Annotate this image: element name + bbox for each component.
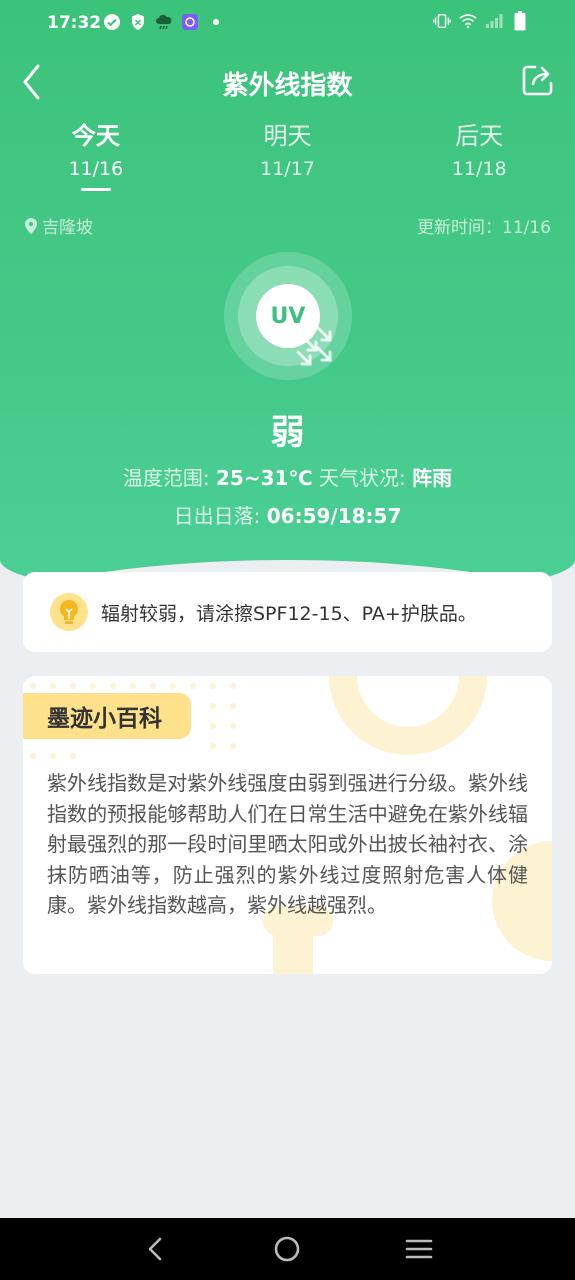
tab-date: 11/18 xyxy=(451,158,507,180)
sun-info: 日出日落: 06:59/18:57 xyxy=(0,500,575,529)
system-menu-button[interactable] xyxy=(401,1231,437,1267)
signal-icon xyxy=(485,12,503,30)
battery-icon xyxy=(511,11,529,31)
share-button[interactable] xyxy=(521,63,555,97)
nav-bar: 紫外线指数 xyxy=(0,56,575,110)
sun-value: 06:59/18:57 xyxy=(266,504,402,528)
location-pin-icon xyxy=(25,217,37,234)
weather-value: 阵雨 xyxy=(412,466,453,490)
tab-tomorrow[interactable]: 明天 11/17 xyxy=(192,118,384,198)
status-time: 17:32 xyxy=(47,13,102,33)
home-circle-icon xyxy=(275,1236,300,1262)
tab-date: 11/17 xyxy=(260,158,315,180)
wifi-icon xyxy=(459,12,477,30)
share-icon xyxy=(522,65,553,96)
vibrate-icon xyxy=(433,12,451,30)
wiki-title: 墨迹小百科 xyxy=(23,693,191,739)
page-title: 紫外线指数 xyxy=(222,71,353,101)
wiki-body: 紫外线指数是对紫外线强度由弱到强进行分级。紫外线指数的预报能够帮助人们在日常生活… xyxy=(47,771,528,917)
tip-card: 辐射较弱，请涂擦SPF12-15、PA+护肤品。 xyxy=(23,572,552,652)
menu-icon xyxy=(405,1239,433,1259)
tab-indicator xyxy=(80,188,111,191)
uv-level: 弱 xyxy=(270,413,305,453)
status-bar: 17:32 xyxy=(0,0,575,46)
lightbulb-icon xyxy=(50,593,88,631)
shield-icon xyxy=(129,13,147,31)
tab-label: 今天 xyxy=(71,122,120,150)
location-label: 吉隆坡 xyxy=(42,218,93,238)
location: 吉隆坡 xyxy=(24,213,93,238)
sun-rays-icon xyxy=(296,326,332,366)
tab-day-after[interactable]: 后天 11/18 xyxy=(383,118,575,198)
tab-label: 明天 xyxy=(263,122,312,150)
status-notification-icons xyxy=(103,13,225,31)
temperature-value: 25~31℃ xyxy=(216,466,313,490)
day-tabs: 今天 11/16 明天 11/17 后天 11/18 xyxy=(0,118,575,198)
wiki-card: 墨迹小百科 紫外线指数是对紫外线强度由弱到强进行分级。紫外线指数的预报能够帮助人… xyxy=(23,676,552,974)
temperature-label: 温度范围: xyxy=(122,466,210,490)
tab-today[interactable]: 今天 11/16 xyxy=(0,118,192,198)
uv-badge: UV xyxy=(224,252,352,380)
system-home-button[interactable] xyxy=(269,1231,305,1267)
update-time: 更新时间：11/16 xyxy=(417,218,551,238)
sun-label: 日出日落: xyxy=(173,504,261,528)
system-back-button[interactable] xyxy=(138,1231,174,1267)
tip-text: 辐射较弱，请涂擦SPF12-15、PA+护肤品。 xyxy=(101,602,477,625)
screen: 17:32 紫外线指数 今天 11/16 明天 11/17 后天 11/18 吉… xyxy=(0,0,575,1280)
app-icon xyxy=(181,13,199,31)
system-nav-bar xyxy=(0,1218,575,1280)
status-system-icons xyxy=(433,11,529,31)
weather-info: 温度范围: 25~31℃ 天气状况: 阵雨 xyxy=(0,462,575,491)
tab-date: 11/16 xyxy=(68,158,124,180)
check-circle-icon xyxy=(103,13,121,31)
rain-cloud-icon xyxy=(155,13,173,31)
weather-label: 天气状况: xyxy=(319,466,406,490)
back-arrow-icon xyxy=(148,1237,162,1261)
dot-icon xyxy=(207,13,225,31)
tab-label: 后天 xyxy=(455,122,504,150)
